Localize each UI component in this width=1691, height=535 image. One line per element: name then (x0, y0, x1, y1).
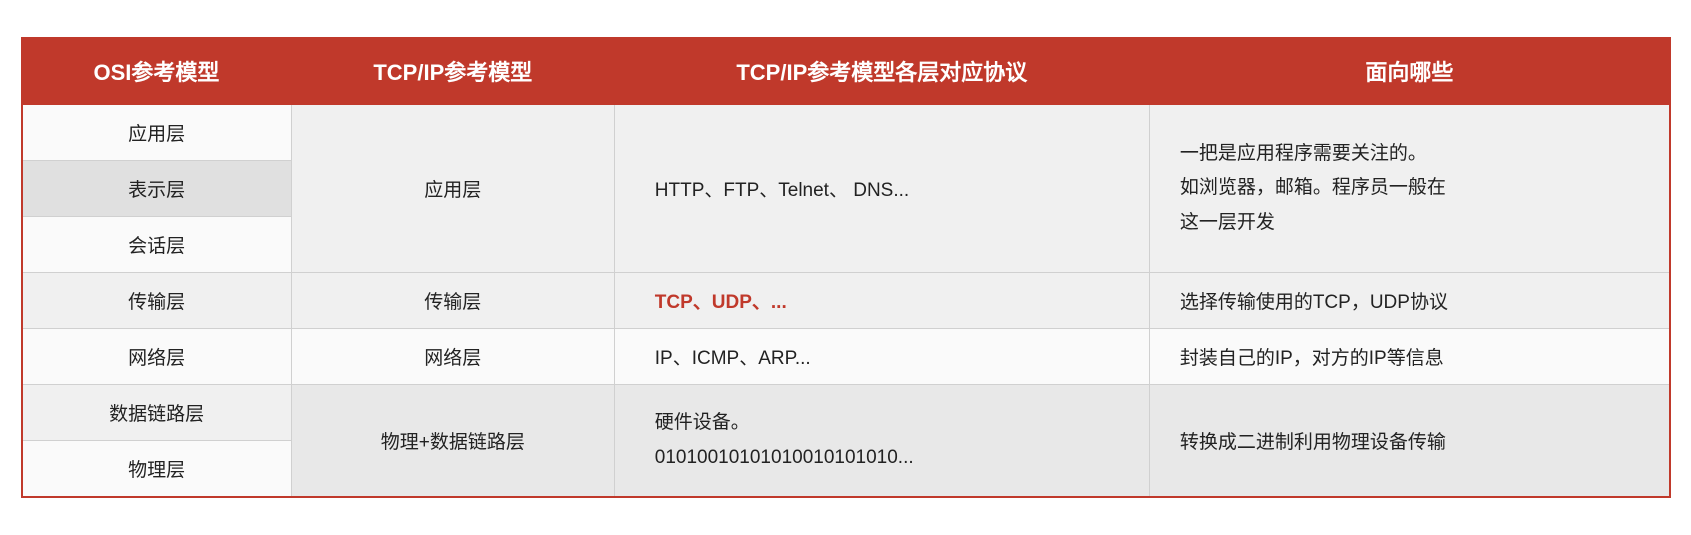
osi-layer-cell: 数据链路层 (22, 385, 292, 441)
protocols-cell: 硬件设备。01010010101010010101010... (614, 385, 1149, 498)
header-tcp: TCP/IP参考模型 (291, 38, 614, 104)
osi-layer-cell: 网络层 (22, 329, 292, 385)
tcp-layer-cell: 物理+数据链路层 (291, 385, 614, 498)
header-osi: OSI参考模型 (22, 38, 292, 104)
description-cell: 转换成二进制利用物理设备传输 (1149, 385, 1669, 498)
osi-layer-cell: 物理层 (22, 441, 292, 498)
protocols-cell: TCP、UDP、... (614, 273, 1149, 329)
osi-layer-cell: 应用层 (22, 104, 292, 161)
tcp-layer-cell: 网络层 (291, 329, 614, 385)
description-cell: 一把是应用程序需要关注的。如浏览器，邮箱。程序员一般在这一层开发 (1149, 104, 1669, 273)
osi-layer-cell: 表示层 (22, 161, 292, 217)
network-model-table: OSI参考模型 TCP/IP参考模型 TCP/IP参考模型各层对应协议 面向哪些… (21, 37, 1671, 498)
osi-layer-cell: 传输层 (22, 273, 292, 329)
table-header-row: OSI参考模型 TCP/IP参考模型 TCP/IP参考模型各层对应协议 面向哪些 (22, 38, 1670, 104)
header-description: 面向哪些 (1149, 38, 1669, 104)
protocols-text: TCP、UDP、... (655, 292, 787, 313)
protocols-cell: HTTP、FTP、Telnet、 DNS... (614, 104, 1149, 273)
osi-layer-cell: 会话层 (22, 217, 292, 273)
table-row: 传输层 传输层 TCP、UDP、... 选择传输使用的TCP，UDP协议 (22, 273, 1670, 329)
protocols-cell: IP、ICMP、ARP... (614, 329, 1149, 385)
table-row: 数据链路层 物理+数据链路层 硬件设备。01010010101010010101… (22, 385, 1670, 441)
description-cell: 封装自己的IP，对方的IP等信息 (1149, 329, 1669, 385)
tcp-layer-cell: 应用层 (291, 104, 614, 273)
header-protocols: TCP/IP参考模型各层对应协议 (614, 38, 1149, 104)
tcp-layer-cell: 传输层 (291, 273, 614, 329)
table-row: 应用层 应用层 HTTP、FTP、Telnet、 DNS... 一把是应用程序需… (22, 104, 1670, 161)
table-row: 网络层 网络层 IP、ICMP、ARP... 封装自己的IP，对方的IP等信息 (22, 329, 1670, 385)
description-cell: 选择传输使用的TCP，UDP协议 (1149, 273, 1669, 329)
